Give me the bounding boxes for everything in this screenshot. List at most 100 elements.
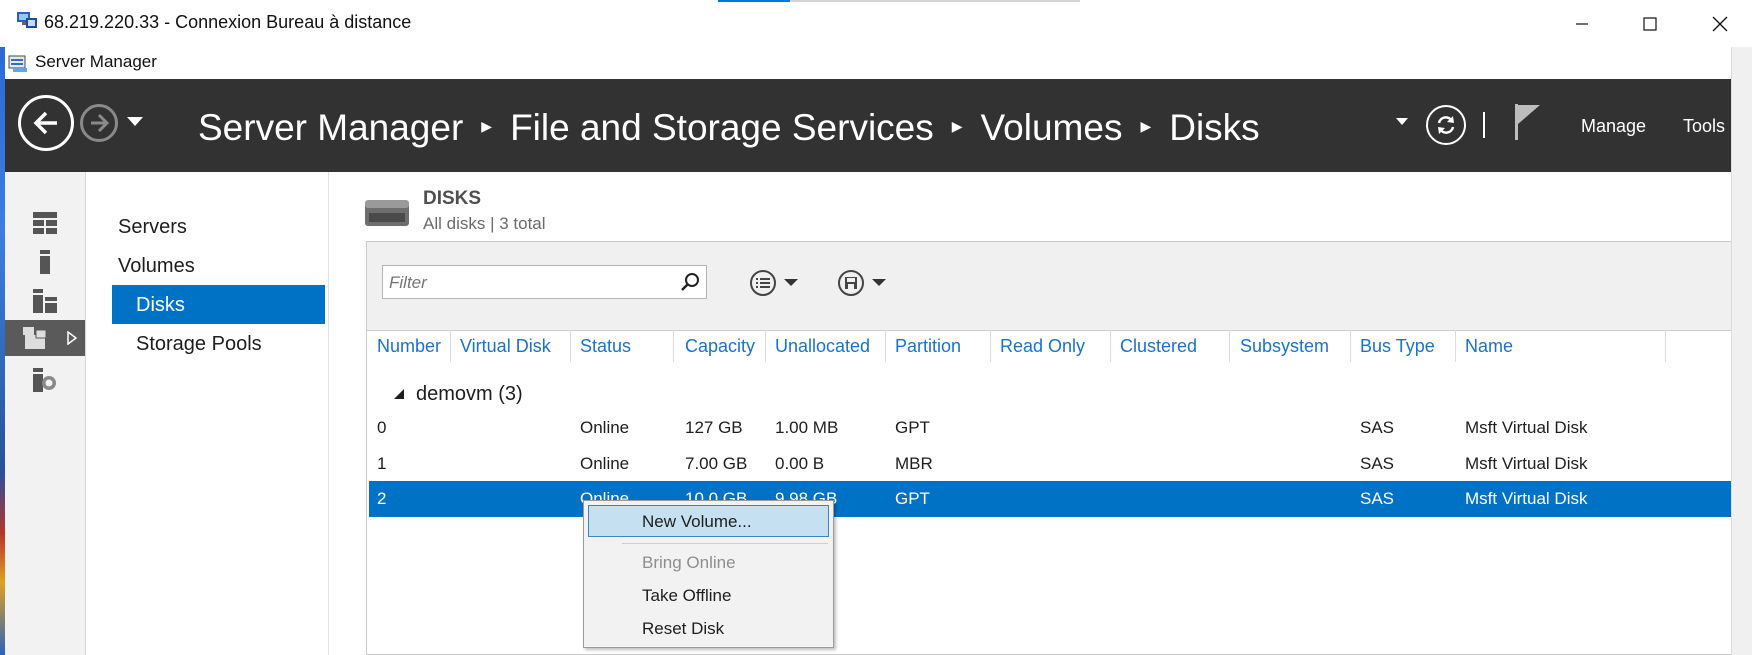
refresh-button[interactable]	[1426, 105, 1466, 145]
cell-partition: MBR	[895, 454, 933, 473]
rail-all-servers[interactable]	[5, 283, 85, 319]
search-icon[interactable]	[680, 272, 700, 292]
iis-icon	[33, 368, 56, 392]
context-menu: New Volume... Bring Online Take Offline …	[583, 500, 834, 648]
cell-name: Msft Virtual Disk	[1465, 454, 1588, 473]
maximize-icon	[1643, 16, 1657, 31]
forward-icon	[91, 113, 110, 133]
column-header-partition[interactable]: Partition	[895, 336, 961, 357]
nav-panel	[86, 172, 329, 655]
column-divider[interactable]	[1229, 330, 1230, 362]
column-header-virtual-disk[interactable]: Virtual Disk	[460, 336, 551, 357]
cell-bus-type: SAS	[1360, 418, 1395, 437]
breadcrumb-file-storage[interactable]: File and Storage Services	[510, 107, 934, 149]
right-scroll-edge[interactable]	[1731, 47, 1752, 655]
column-header-number[interactable]: Number	[377, 336, 441, 357]
column-divider[interactable]	[450, 330, 451, 362]
column-header-status[interactable]: Status	[580, 336, 631, 357]
nav-item-volumes[interactable]: Volumes	[118, 255, 195, 278]
column-header-subsystem[interactable]: Subsystem	[1240, 336, 1329, 357]
breadcrumb-separator-icon: ▶	[951, 117, 963, 134]
breadcrumb-separator-icon: ▶	[1140, 117, 1152, 134]
nav-item-storage-pools[interactable]: Storage Pools	[136, 333, 262, 356]
breadcrumb-server-manager[interactable]: Server Manager	[198, 107, 463, 149]
breadcrumb-volumes[interactable]: Volumes	[981, 107, 1123, 149]
breadcrumb-disks: Disks	[1169, 107, 1260, 148]
taskbar-accent	[718, 0, 790, 2]
column-divider[interactable]	[1455, 330, 1456, 362]
forward-button[interactable]	[80, 104, 118, 142]
column-divider[interactable]	[673, 330, 674, 362]
maximize-button[interactable]	[1618, 0, 1682, 47]
cell-partition: GPT	[895, 489, 930, 508]
menu-item-reset-disk[interactable]: Reset Disk	[642, 619, 724, 639]
collapse-group-icon[interactable]	[393, 388, 405, 400]
column-divider[interactable]	[1110, 330, 1111, 362]
column-header-unallocated[interactable]: Unallocated	[775, 336, 870, 357]
cell-capacity: 127 GB	[685, 418, 743, 437]
column-divider[interactable]	[990, 330, 991, 362]
back-button[interactable]	[18, 95, 74, 151]
nav-item-servers[interactable]: Servers	[118, 216, 187, 239]
refresh-icon	[1437, 116, 1455, 134]
column-divider[interactable]	[570, 330, 571, 362]
breadcrumb: Server Manager ▶ File and Storage Servic…	[198, 104, 1260, 152]
history-dropdown[interactable]	[124, 111, 146, 133]
cell-partition: GPT	[895, 418, 930, 437]
close-button[interactable]	[1688, 0, 1752, 47]
expand-arrow-icon	[67, 331, 77, 345]
manage-menu[interactable]: Manage	[1581, 116, 1646, 137]
close-icon	[1712, 16, 1728, 31]
rdp-window-title: 68.219.220.33 - Connexion Bureau à dista…	[44, 12, 412, 32]
local-server-icon	[40, 250, 50, 274]
cell-number: 1	[377, 454, 387, 473]
chevron-down-icon	[872, 279, 886, 286]
column-header-bus-type[interactable]: Bus Type	[1360, 336, 1435, 357]
tile-title: DISKS	[423, 188, 482, 209]
column-divider[interactable]	[765, 330, 766, 362]
column-header-name[interactable]: Name	[1465, 336, 1513, 357]
nav-item-disks[interactable]: Disks	[136, 294, 185, 317]
view-options-menu[interactable]	[750, 269, 810, 297]
column-header-read-only[interactable]: Read Only	[1000, 336, 1085, 357]
rail-file-storage-services[interactable]	[5, 320, 85, 356]
rail-dashboard[interactable]	[5, 205, 85, 241]
column-header-capacity[interactable]: Capacity	[685, 336, 755, 357]
menu-separator	[622, 543, 828, 544]
cell-bus-type: SAS	[1360, 489, 1395, 508]
header-dropdown-icon[interactable]	[1396, 118, 1408, 126]
chevron-down-icon	[784, 279, 798, 286]
dashboard-icon	[33, 212, 57, 234]
history-dropdown-icon	[127, 117, 143, 126]
rail-local-server[interactable]	[5, 244, 85, 280]
filter-input[interactable]	[387, 268, 671, 298]
remote-desktop-icon	[17, 12, 37, 28]
rail-iis[interactable]	[5, 362, 85, 398]
cell-name: Msft Virtual Disk	[1465, 418, 1588, 437]
menu-item-take-offline[interactable]: Take Offline	[642, 586, 731, 606]
table-row[interactable]: 0 Online 127 GB 1.00 MB GPT SAS Msft Vir…	[369, 410, 1731, 446]
table-row[interactable]: 1 Online 7.00 GB 0.00 B MBR SAS Msft Vir…	[369, 446, 1731, 482]
column-divider[interactable]	[885, 330, 886, 362]
save-query-menu[interactable]	[838, 269, 898, 297]
taskbar-accent-secondary	[790, 0, 1080, 2]
cell-bus-type: SAS	[1360, 454, 1395, 473]
notifications-flag-icon[interactable]	[1512, 102, 1542, 142]
table-row-selected[interactable]: 2 Online 10.0 GB 9.98 GB GPT SAS Msft Vi…	[369, 481, 1731, 517]
tools-menu[interactable]: Tools	[1683, 116, 1725, 137]
filter-box[interactable]	[382, 265, 707, 299]
back-icon	[33, 111, 57, 135]
minimize-button[interactable]	[1550, 0, 1614, 47]
column-divider[interactable]	[1665, 330, 1666, 362]
list-view-icon	[750, 270, 776, 296]
server-manager-title-bar[interactable]	[5, 47, 1752, 79]
header-divider	[1483, 112, 1485, 138]
column-divider[interactable]	[1350, 330, 1351, 362]
server-manager-icon	[8, 55, 27, 72]
column-header-clustered[interactable]: Clustered	[1120, 336, 1197, 357]
cell-status: Online	[580, 454, 630, 473]
cell-unallocated: 0.00 B	[775, 454, 825, 473]
app-title: Server Manager	[35, 52, 157, 71]
menu-item-new-volume[interactable]: New Volume...	[642, 512, 752, 532]
group-header[interactable]: demovm (3)	[416, 383, 523, 406]
